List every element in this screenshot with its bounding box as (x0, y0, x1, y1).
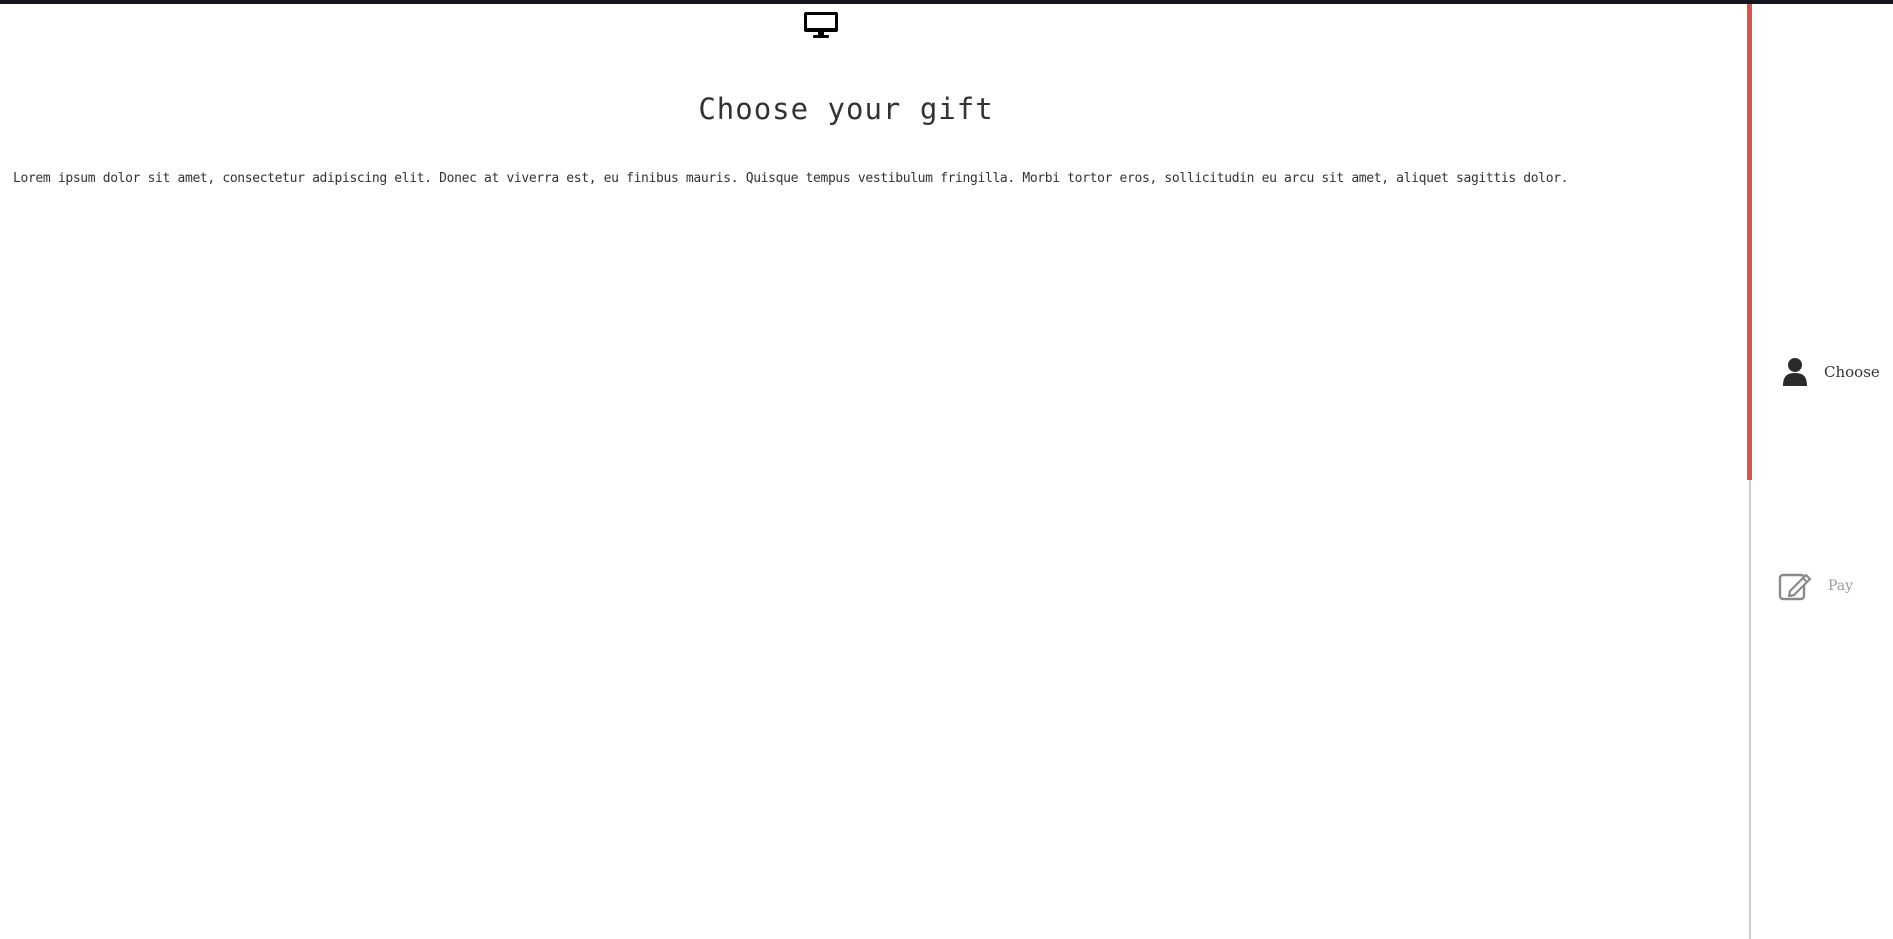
step-label-pay: Pay (1828, 578, 1854, 594)
intro-text: Lorem ipsum dolor sit amet, consectetur … (13, 171, 1569, 186)
steps-progress-bar (1747, 4, 1752, 480)
main-content: Choose your gift Lorem ipsum dolor sit a… (0, 4, 1748, 939)
step-choose[interactable]: Choose (1778, 354, 1893, 390)
edit-icon (1778, 569, 1812, 603)
monitor-icon (804, 12, 838, 38)
page-title: Choose your gift (698, 92, 994, 126)
user-icon (1778, 355, 1812, 389)
step-pay[interactable]: Pay (1778, 568, 1893, 604)
step-label-choose: Choose (1824, 363, 1880, 381)
